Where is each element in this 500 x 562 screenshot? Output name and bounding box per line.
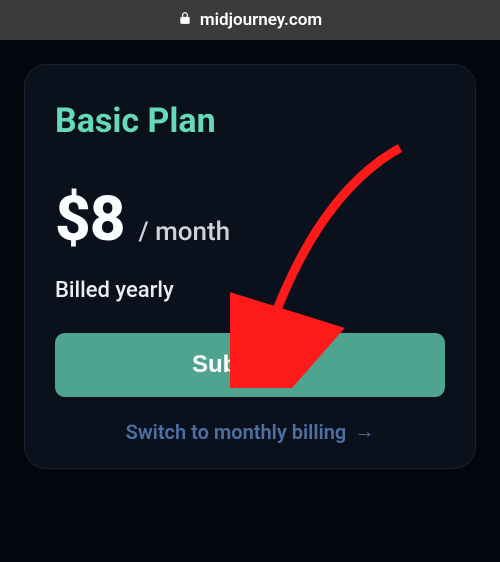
url-domain: midjourney.com [200, 10, 322, 30]
price-row: $8 / month [55, 183, 445, 256]
plan-title: Basic Plan [55, 101, 445, 141]
browser-url-bar: midjourney.com [0, 0, 500, 40]
plan-period: / month [139, 217, 231, 247]
page-content: Basic Plan $8 / month Billed yearly Subs… [0, 40, 500, 469]
switch-billing-label: Switch to monthly billing [126, 420, 347, 444]
switch-billing-link[interactable]: Switch to monthly billing → [55, 419, 445, 444]
plan-card: Basic Plan $8 / month Billed yearly Subs… [24, 64, 476, 469]
subscribe-button[interactable]: Subscribe [55, 333, 445, 397]
arrow-right-icon: → [354, 419, 374, 444]
plan-price: $8 [55, 183, 125, 256]
billing-note: Billed yearly [55, 278, 445, 303]
lock-icon [178, 10, 192, 30]
